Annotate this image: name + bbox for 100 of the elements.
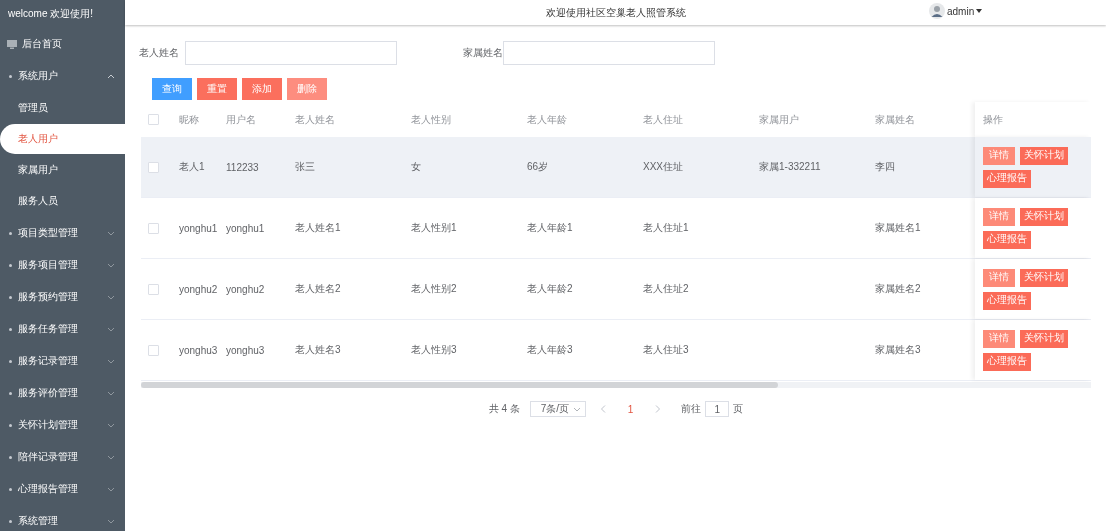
bullet-icon — [9, 359, 12, 363]
table-cell: 老人性别1 — [411, 221, 457, 235]
table-cell: 家属姓名1 — [875, 221, 921, 235]
column-header: 老人住址 — [643, 112, 683, 127]
table-cell: 女 — [411, 160, 421, 174]
bullet-icon — [9, 74, 12, 78]
chevron-down-icon — [572, 405, 581, 413]
chevron-down-icon — [107, 389, 115, 397]
monitor-icon — [7, 39, 17, 49]
table-cell: 老人性别2 — [411, 282, 457, 296]
column-header: 老人性别 — [411, 112, 451, 127]
bullet-icon — [9, 519, 12, 523]
menu-item[interactable]: 关怀计划管理 — [0, 409, 125, 441]
chevron-right-icon — [655, 405, 662, 413]
field-label: 家属姓名 — [463, 46, 503, 60]
field-label: 老人姓名 — [138, 46, 179, 60]
chevron-down-icon — [107, 357, 115, 365]
submenu-item[interactable]: 管理员 — [0, 93, 125, 123]
menu-item[interactable]: 服务记录管理 — [0, 345, 125, 377]
column-header: 昵称 — [179, 112, 199, 127]
total-count: 共 4 条 — [488, 402, 520, 416]
table-cell: yonghu3 — [179, 344, 218, 356]
bullet-icon — [9, 455, 12, 459]
bullet-icon — [9, 231, 12, 235]
bullet-icon — [9, 295, 12, 299]
column-header: 操作 — [983, 112, 1003, 127]
bullet-icon — [9, 391, 12, 395]
table-cell: 老人1 — [179, 160, 205, 174]
menu-item[interactable]: 后台首页 — [0, 28, 125, 60]
submenu-item[interactable]: 老人用户 — [0, 124, 125, 154]
page-number[interactable]: 1 — [619, 403, 642, 415]
chevron-down-icon — [107, 453, 115, 461]
column-header: 家属姓名 — [875, 112, 915, 127]
table-cell: 老人年龄3 — [527, 343, 573, 357]
table-cell: 李四 — [875, 160, 895, 174]
table-cell: 66岁 — [527, 160, 549, 174]
table-cell: yonghu1 — [226, 222, 265, 234]
chevron-down-icon — [107, 421, 115, 429]
table-cell: yonghu3 — [226, 344, 265, 356]
user-menu[interactable]: admin — [929, 3, 983, 19]
table-cell: 老人姓名2 — [295, 282, 341, 296]
table-cell: XXX住址 — [643, 160, 683, 174]
input-field[interactable] — [185, 41, 397, 65]
checkbox[interactable] — [148, 283, 159, 295]
bullet-icon — [9, 487, 12, 491]
menu-item[interactable]: 服务评价管理 — [0, 377, 125, 409]
table-cell: 老人姓名3 — [295, 343, 341, 357]
chevron-down-icon — [107, 229, 115, 237]
table-cell: yonghu2 — [226, 283, 265, 295]
horizontal-scrollbar[interactable] — [141, 382, 1091, 388]
app-title: 欢迎使用社区空巢老人照管系统 — [545, 5, 686, 20]
menu-item[interactable]: 心理报告管理 — [0, 473, 125, 505]
bullet-icon — [9, 327, 12, 331]
table-cell: yonghu1 — [179, 222, 218, 234]
checkbox[interactable] — [148, 114, 159, 125]
table-cell: 老人年龄1 — [527, 221, 573, 235]
menu-item[interactable]: 项目类型管理 — [0, 217, 125, 249]
table-cell: yonghu2 — [179, 283, 218, 295]
checkbox[interactable] — [148, 344, 159, 356]
column-header: 家属用户 — [759, 112, 799, 127]
chevron-down-icon — [107, 261, 115, 269]
chevron-down-icon — [107, 325, 115, 333]
table-cell: 张三 — [295, 160, 315, 174]
table-cell: 老人住址1 — [643, 221, 689, 235]
table-cell: 家属姓名3 — [875, 343, 921, 357]
sidebar-title: welcome 欢迎使用! — [7, 7, 94, 21]
column-header: 用户名 — [226, 112, 256, 127]
chevron-up-icon — [107, 72, 115, 80]
input-field[interactable] — [503, 41, 715, 65]
table-cell: 老人年龄2 — [527, 282, 573, 296]
menu-item[interactable]: 服务任务管理 — [0, 313, 125, 345]
checkbox[interactable] — [148, 222, 159, 234]
page-size-select[interactable]: 7条/页 — [529, 401, 586, 417]
chevron-down-icon — [107, 517, 115, 525]
page-suffix: 页 — [733, 402, 744, 416]
menu-item[interactable]: 陪伴记录管理 — [0, 441, 125, 473]
bullet-icon — [9, 423, 12, 427]
column-header: 老人姓名 — [295, 112, 335, 127]
checkbox[interactable] — [148, 161, 159, 173]
page-input[interactable]: 1 — [705, 401, 730, 417]
menu-item[interactable]: 系统管理 — [0, 505, 125, 531]
goto-label: 前往 — [681, 402, 702, 416]
table-cell: 老人姓名1 — [295, 221, 341, 235]
menu-item[interactable]: 服务项目管理 — [0, 249, 125, 281]
chevron-down-icon — [107, 485, 115, 493]
bullet-icon — [9, 263, 12, 267]
table-cell: 家属1-332211 — [759, 160, 821, 174]
table-cell: 老人住址3 — [643, 343, 689, 357]
submenu-item[interactable]: 服务人员 — [0, 186, 125, 216]
menu-item[interactable]: 服务预约管理 — [0, 281, 125, 313]
column-header: 老人年龄 — [527, 112, 567, 127]
table-cell: 112233 — [226, 161, 259, 173]
table-cell: 家属姓名2 — [875, 282, 921, 296]
table-cell: 老人性别3 — [411, 343, 457, 357]
table-cell: 老人住址2 — [643, 282, 689, 296]
chevron-left-icon — [599, 405, 606, 413]
submenu-item[interactable]: 家属用户 — [0, 155, 125, 185]
menu-item[interactable]: 系统用户 — [0, 60, 125, 92]
chevron-down-icon — [107, 293, 115, 301]
caret-icon — [976, 9, 983, 13]
